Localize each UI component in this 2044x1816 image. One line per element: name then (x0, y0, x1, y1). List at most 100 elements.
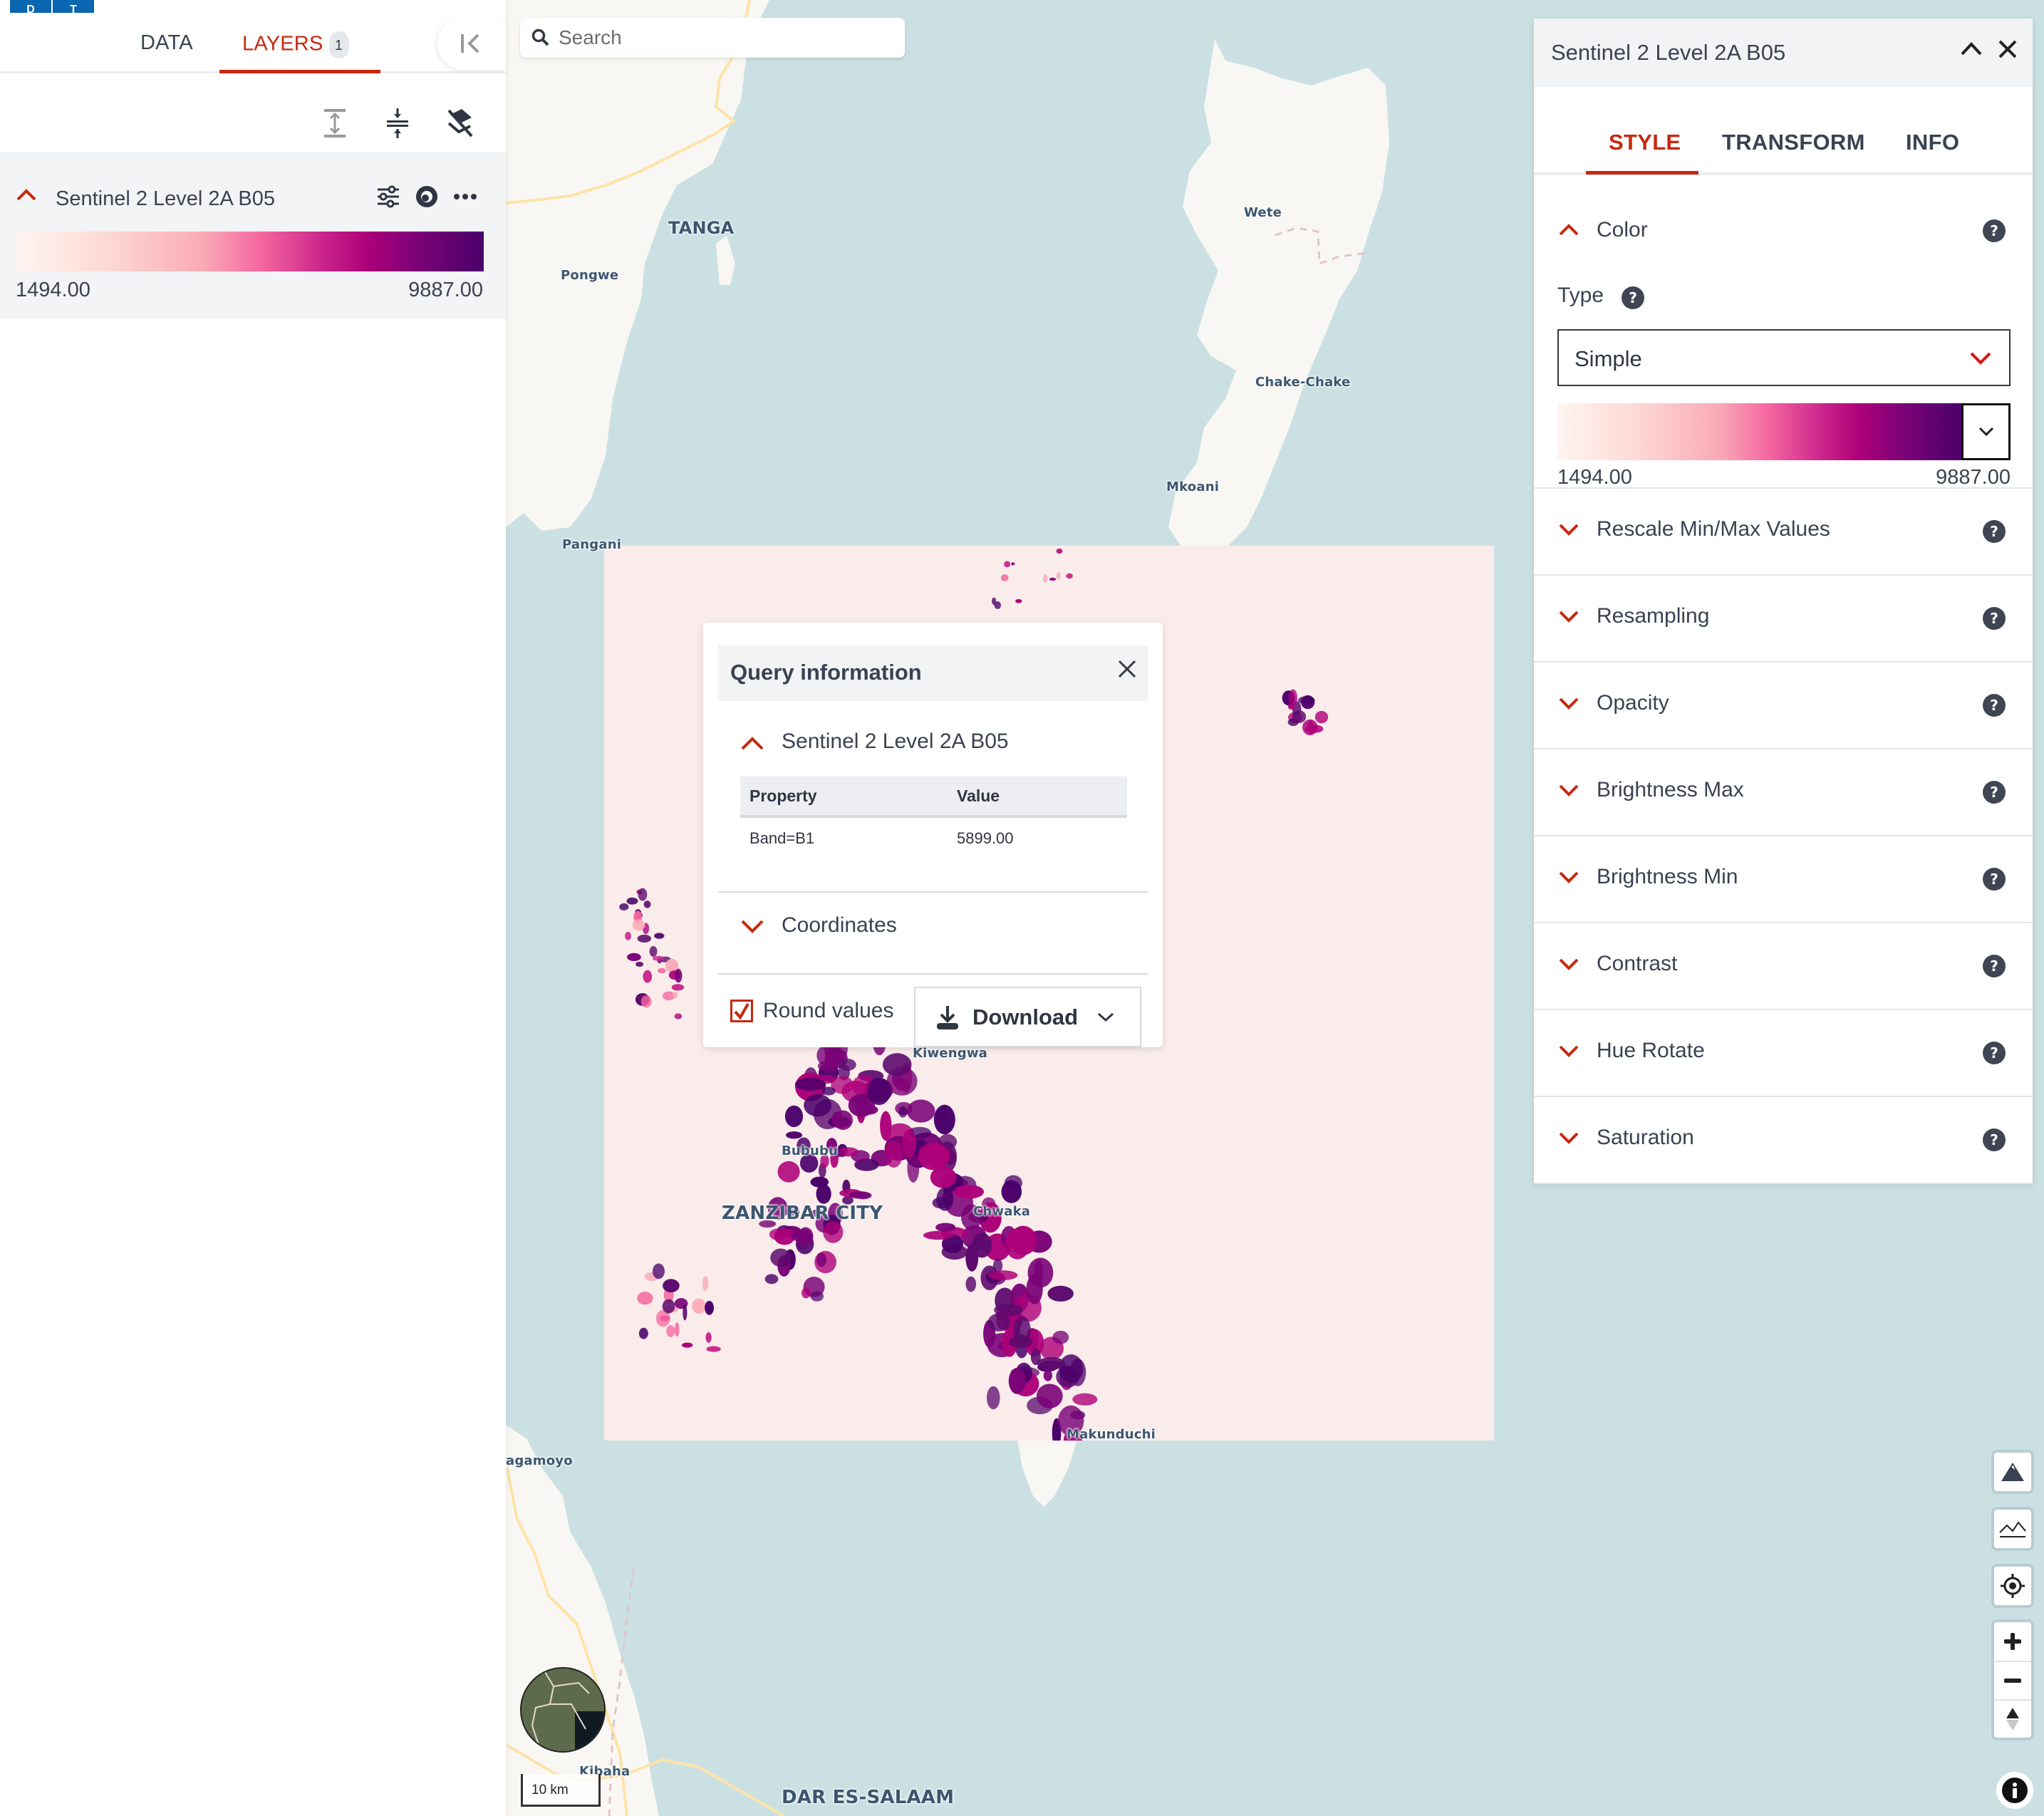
chevron-up-icon (741, 737, 764, 750)
help-icon[interactable]: ? (1983, 955, 2006, 977)
raster-pixel-cluster (643, 970, 653, 983)
zoom-out-button[interactable] (1994, 1661, 2031, 1699)
locate-icon (2001, 1574, 2025, 1598)
layer-legend-colorbar (16, 232, 484, 271)
style-section-brightness-max[interactable]: Brightness Max? (1534, 749, 2033, 836)
info-button[interactable] (1996, 1772, 2033, 1809)
close-panel-icon[interactable] (1997, 38, 2018, 60)
tab-transform[interactable]: TRANSFORM (1722, 130, 1865, 155)
zoom-in-button[interactable] (1994, 1622, 2031, 1661)
remove-all-layers-button[interactable] (443, 103, 477, 143)
collapse-all-button[interactable] (380, 103, 415, 143)
style-section-resampling[interactable]: Resampling? (1534, 576, 2033, 663)
query-results-table: Property Value Band=B1 5899.00 (740, 777, 1127, 859)
raster-pixel-cluster (1026, 1274, 1043, 1304)
locate-control[interactable] (1991, 1564, 2034, 1608)
help-icon[interactable]: ? (1983, 781, 2006, 804)
map-label: agamoyo (506, 1453, 573, 1468)
help-icon[interactable]: ? (1622, 286, 1644, 309)
help-icon[interactable]: ? (1983, 1128, 2006, 1151)
raster-pixel-cluster (1030, 1348, 1041, 1366)
raster-pixel-cluster (654, 933, 665, 939)
style-section-hue-rotate[interactable]: Hue Rotate? (1534, 1010, 2033, 1097)
help-icon[interactable]: ? (1983, 607, 2006, 630)
expand-all-button[interactable] (318, 103, 352, 143)
raster-pixel-cluster (1011, 562, 1015, 566)
round-values-checkbox[interactable]: Round values (730, 999, 893, 1023)
visibility-eye-icon[interactable] (413, 185, 440, 209)
terrain-3d-control[interactable] (1991, 1450, 2034, 1494)
download-icon (937, 1005, 958, 1029)
colormap-preview[interactable] (1557, 403, 1961, 460)
map-label: Pangani (562, 537, 622, 552)
color-type-select[interactable]: Simple (1557, 329, 2011, 386)
settings-sliders-icon[interactable] (376, 185, 400, 208)
coordinates-label: Coordinates (782, 913, 897, 937)
section-label: Opacity (1597, 691, 1669, 715)
minimize-panel-icon[interactable] (1960, 38, 1983, 60)
raster-pixel-cluster (627, 953, 641, 962)
search-input[interactable] (559, 26, 886, 49)
raster-pixel-cluster (902, 1129, 917, 1158)
panel-header: Sentinel 2 Level 2A B05 (1534, 19, 2033, 87)
raster-pixel-cluster (932, 1197, 949, 1209)
chevron-down-icon (1970, 352, 1991, 365)
collapse-sidebar-button[interactable] (437, 17, 504, 70)
zoom-control[interactable] (1991, 1619, 2034, 1740)
compass-button[interactable] (1994, 1699, 2031, 1738)
legend-min-value: 1494.00 (16, 279, 90, 301)
checkbox-box[interactable] (730, 1000, 753, 1022)
query-information-popup: Query information Sentinel 2 Level 2A B0… (703, 623, 1163, 1047)
raster-pixel-cluster (794, 1077, 826, 1091)
raster-pixel-cluster (987, 1270, 1018, 1280)
color-section-header[interactable]: Color ? (1534, 209, 2033, 252)
help-icon[interactable]: ? (1983, 1042, 2006, 1064)
chevron-up-icon[interactable] (16, 187, 37, 202)
help-icon[interactable]: ? (1983, 694, 2006, 717)
tab-style[interactable]: STYLE (1609, 130, 1681, 155)
colormap-dropdown-button[interactable] (1961, 403, 2011, 460)
compass-icon (2006, 1708, 2019, 1731)
help-icon[interactable]: ? (1983, 219, 2006, 242)
search-icon (531, 28, 549, 46)
style-section-rescale-min-max-values[interactable]: Rescale Min/Max Values? (1534, 489, 2033, 576)
overview-minimap[interactable] (520, 1667, 606, 1753)
tab-data[interactable]: DATA (140, 31, 193, 55)
search-box[interactable] (520, 18, 905, 58)
help-icon[interactable]: ? (1983, 868, 2006, 891)
section-label: Brightness Min (1597, 865, 1738, 888)
map-label: Makunduchi (1067, 1427, 1156, 1442)
app-logo[interactable]: D T (10, 0, 94, 13)
legend-max-value: 9887.00 (408, 279, 483, 301)
download-button[interactable]: Download (914, 987, 1141, 1047)
raster-pixel-cluster (1008, 1367, 1026, 1394)
round-values-label: Round values (763, 999, 894, 1022)
map-label: DAR ES-SALAAM (782, 1787, 955, 1808)
tab-layers[interactable]: LAYERS 1 (242, 31, 349, 58)
raster-pixel-cluster (671, 984, 685, 991)
left-sidebar: D T DATA LAYERS 1 Sentinel 2 Level 2A B05… (0, 0, 506, 1816)
style-section-brightness-min[interactable]: Brightness Min? (1534, 836, 2033, 923)
terrain-3d-button[interactable] (1994, 1453, 2031, 1491)
terrain-2d-button[interactable] (1994, 1510, 2031, 1548)
style-section-contrast[interactable]: Contrast? (1534, 923, 2033, 1010)
layer-item[interactable]: Sentinel 2 Level 2A B05 1494.00 9887.00 (0, 152, 506, 318)
more-options-icon[interactable] (453, 193, 477, 200)
raster-pixel-cluster (1288, 703, 1295, 710)
column-header-property: Property (740, 777, 945, 818)
active-tab-indicator (219, 70, 380, 73)
tab-info[interactable]: INFO (1906, 130, 1959, 155)
minimap-image (522, 1669, 604, 1751)
raster-pixel-cluster (1049, 577, 1057, 581)
terrain-2d-control[interactable] (1991, 1507, 2034, 1551)
raster-pixel-cluster (1039, 1360, 1063, 1369)
locate-button[interactable] (1994, 1567, 2031, 1605)
style-section-saturation[interactable]: Saturation? (1534, 1097, 2033, 1184)
section-label: Brightness Max (1597, 778, 1744, 801)
map-label: ZANZIBAR CITY (722, 1203, 883, 1224)
popup-title: Query information (730, 660, 922, 685)
raster-pixel-cluster (1004, 561, 1011, 568)
style-section-opacity[interactable]: Opacity? (1534, 663, 2033, 749)
close-icon[interactable] (1115, 657, 1139, 681)
help-icon[interactable]: ? (1983, 520, 2006, 543)
